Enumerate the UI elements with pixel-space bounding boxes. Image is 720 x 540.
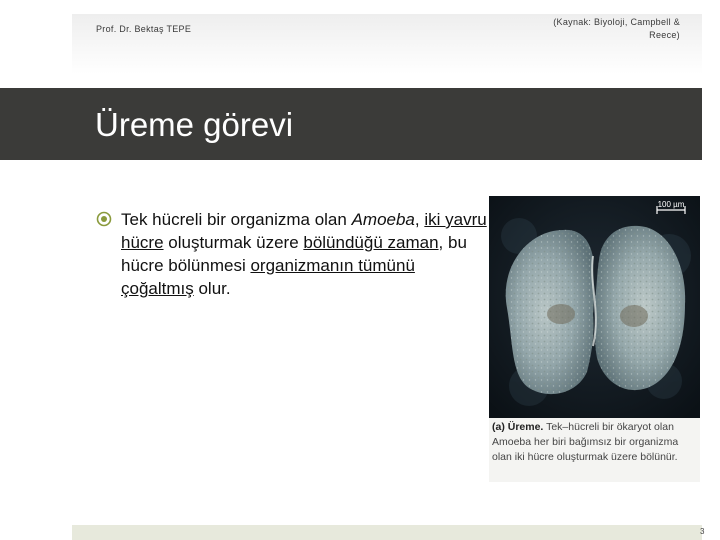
footer-strip — [72, 525, 702, 540]
slide-title: Üreme görevi — [95, 106, 294, 143]
source-label: (Kaynak: Biyoloji, Campbell & Reece) — [553, 17, 680, 40]
page-number: 3 — [700, 527, 705, 536]
bullet-text: Tek hücreli bir organizma olan Amoeba, i… — [121, 210, 487, 298]
underlined-phrase-2: bölündüğü zaman — [303, 233, 439, 252]
bullet-item: Tek hücreli bir organizma olan Amoeba, i… — [96, 208, 488, 300]
amoeba-italic: Amoeba — [351, 210, 415, 229]
scale-bar-label: 100 µm — [658, 200, 685, 209]
figure-caption: (a) Üreme. Tek–hücreli bir ökaryot olan … — [492, 420, 700, 465]
caption-label: (a) Üreme. — [492, 421, 544, 433]
author-label: Prof. Dr. Bektaş TEPE — [96, 24, 192, 34]
target-bullet-icon — [96, 211, 112, 227]
